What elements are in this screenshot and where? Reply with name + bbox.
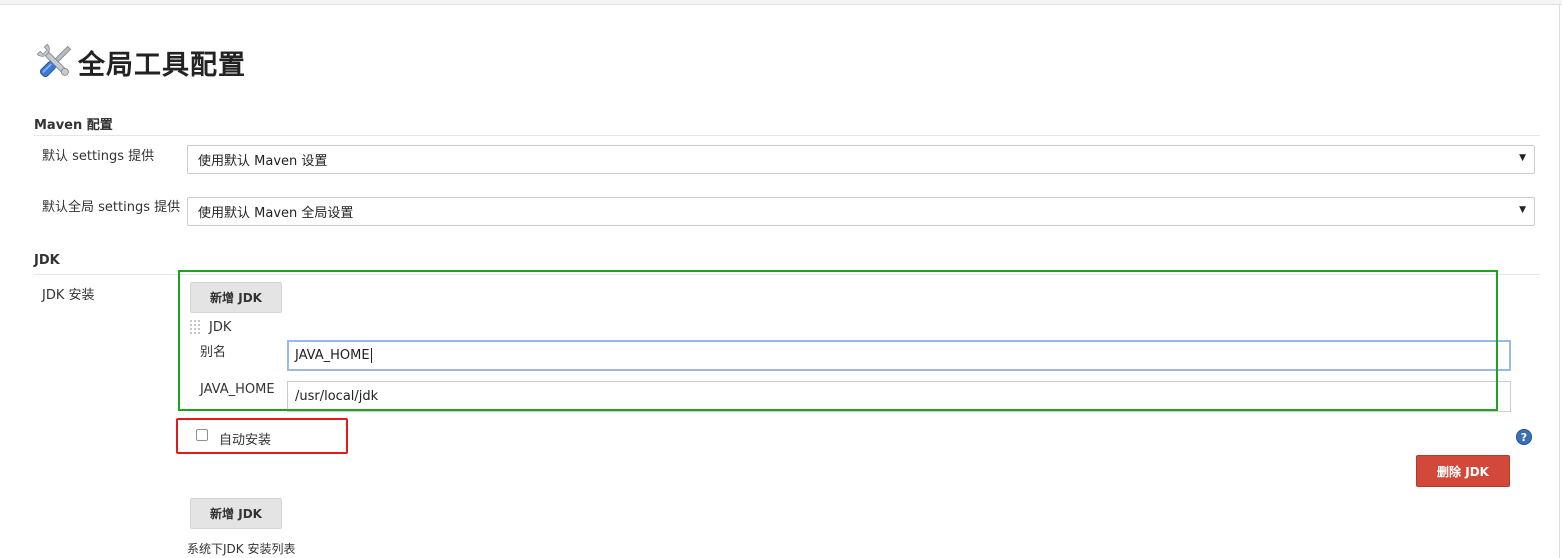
jdk-entry-title: JDK [209,320,232,335]
text-cursor [370,348,372,363]
maven-global-settings-select[interactable]: 使用默认 Maven 全局设置 ▼ [187,197,1535,226]
maven-section-divider [34,135,1540,136]
tools-icon [36,43,72,78]
maven-global-settings-label: 默认全局 settings 提供 [42,200,181,215]
page-title: 全局工具配置 [78,49,246,81]
top-border [0,0,1562,5]
right-border [1559,4,1560,558]
maven-global-settings-select-value: 使用默认 Maven 全局设置 [198,206,354,221]
add-jdk-button[interactable]: 新增 JDK [190,282,282,313]
auto-install-checkbox[interactable] [196,429,208,441]
java-home-input[interactable]: /usr/local/jdk [287,381,1511,412]
drag-handle-icon[interactable] [190,320,200,336]
maven-settings-label: 默认 settings 提供 [42,149,155,164]
maven-settings-select[interactable]: 使用默认 Maven 设置 ▼ [187,145,1535,174]
chevron-down-icon: ▼ [1519,153,1526,163]
maven-section-title: Maven 配置 [34,118,113,133]
jdk-alias-input[interactable]: JAVA_HOME [287,340,1511,371]
chevron-down-icon: ▼ [1519,205,1526,215]
java-home-value: /usr/local/jdk [295,389,379,404]
page-header: 全局工具配置 [34,40,246,84]
delete-jdk-button[interactable]: 删除 JDK [1416,455,1510,487]
java-home-label: JAVA_HOME [200,382,275,397]
maven-settings-select-value: 使用默认 Maven 设置 [198,154,328,169]
jdk-section-title: JDK [34,253,60,268]
auto-install-label[interactable]: 自动安装 [219,429,271,448]
jdk-section-divider [34,274,1540,275]
jdk-list-hint: 系统下JDK 安装列表 [187,542,296,556]
jdk-alias-label: 别名 [200,345,227,360]
help-icon[interactable]: ? [1516,429,1532,445]
jdk-installations-label: JDK 安装 [42,288,95,303]
add-jdk-button-bottom[interactable]: 新增 JDK [190,498,282,529]
jdk-alias-value: JAVA_HOME [295,348,370,363]
